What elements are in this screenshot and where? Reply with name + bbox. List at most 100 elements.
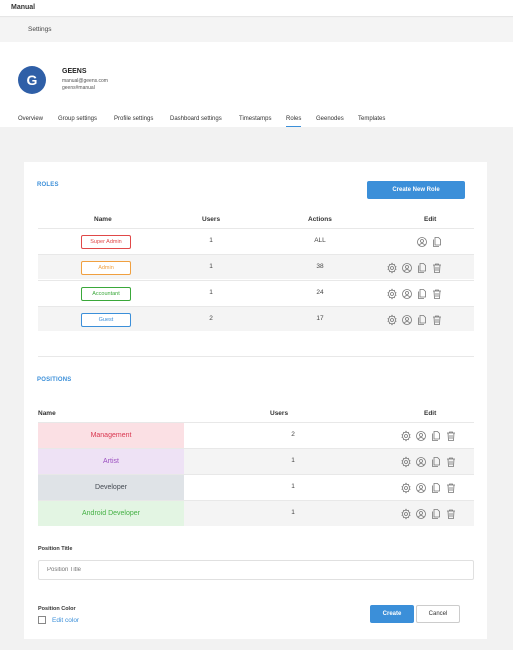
positions-header-name: Name [38, 410, 56, 417]
org-name: GEENS [62, 68, 87, 75]
copy-icon[interactable] [416, 261, 428, 279]
app-topbar: Manual [0, 0, 513, 17]
copy-icon[interactable] [430, 481, 442, 499]
tab-roles[interactable]: Roles [286, 116, 302, 127]
position-users: 1 [291, 457, 295, 464]
position-name: Management [38, 423, 184, 448]
user-icon[interactable] [415, 455, 427, 473]
position-name: Artist [38, 449, 184, 474]
position-users: 1 [291, 483, 295, 490]
tab-group-settings[interactable]: Group settings [58, 116, 97, 122]
role-edit-icons [386, 261, 443, 279]
tab-geenodes[interactable]: Geenodes [316, 116, 344, 122]
user-icon[interactable] [415, 507, 427, 525]
trash-icon[interactable] [431, 313, 443, 331]
role-name-badge: Guest [81, 313, 131, 327]
role-actions: 17 [316, 315, 324, 322]
trash-icon[interactable] [445, 455, 457, 473]
user-icon[interactable] [401, 287, 413, 305]
roles-section-title: ROLES [37, 182, 59, 188]
tab-profile-settings[interactable]: Profile settings [114, 116, 153, 122]
edit-color-link[interactable]: Edit color [52, 617, 79, 624]
role-users: 1 [209, 237, 213, 244]
position-name: Android Developer [38, 501, 184, 526]
gear-icon[interactable] [400, 429, 412, 447]
trash-icon[interactable] [445, 507, 457, 525]
position-row: Management 2 [38, 422, 474, 448]
roles-header-edit: Edit [424, 216, 437, 223]
trash-icon[interactable] [445, 429, 457, 447]
user-icon[interactable] [415, 481, 427, 499]
role-actions: 38 [316, 263, 324, 270]
positions-header-users: Users [270, 410, 289, 417]
role-edit-icons [416, 235, 443, 253]
gear-icon[interactable] [386, 287, 398, 305]
position-edit-icons [400, 507, 457, 525]
position-users: 1 [291, 509, 295, 516]
settings-card: ROLES Create New Role Name Users Actions… [24, 162, 487, 639]
position-edit-icons [400, 481, 457, 499]
role-name-badge: Accountant [81, 287, 131, 301]
tab-overview[interactable]: Overview [18, 116, 43, 122]
position-row: Android Developer 1 [38, 500, 474, 526]
gear-icon[interactable] [400, 455, 412, 473]
trash-icon[interactable] [431, 287, 443, 305]
user-icon[interactable] [401, 313, 413, 331]
gear-icon[interactable] [386, 261, 398, 279]
role-row: Admin 1 38 [38, 254, 474, 279]
org-avatar: G [18, 66, 46, 94]
role-row: Accountant 1 24 [38, 280, 474, 305]
role-name-badge: Super Admin [81, 235, 131, 249]
copy-icon[interactable] [430, 455, 442, 473]
position-row: Artist 1 [38, 448, 474, 474]
roles-header-users: Users [202, 216, 221, 223]
position-title-label: Position Title [38, 546, 73, 552]
trash-icon[interactable] [445, 481, 457, 499]
copy-icon[interactable] [416, 287, 428, 305]
gear-icon[interactable] [386, 313, 398, 331]
role-users: 2 [209, 315, 213, 322]
position-color-label: Position Color [38, 606, 76, 612]
role-actions: ALL [314, 237, 326, 244]
role-row: Guest 2 17 [38, 306, 474, 331]
roles-header-actions: Actions [308, 216, 332, 223]
position-row: Developer 1 [38, 474, 474, 500]
positions-header-edit: Edit [424, 410, 437, 417]
copy-icon[interactable] [430, 429, 442, 447]
positions-section-title: POSITIONS [37, 377, 72, 383]
gear-icon[interactable] [400, 507, 412, 525]
user-icon[interactable] [415, 429, 427, 447]
org-handle: geens#manual [62, 85, 95, 91]
role-name-badge: Admin [81, 261, 131, 275]
role-users: 1 [209, 289, 213, 296]
section-bar: Settings [0, 18, 513, 42]
roles-header-name: Name [94, 216, 112, 223]
gear-icon[interactable] [400, 481, 412, 499]
user-icon[interactable] [416, 235, 428, 253]
copy-icon[interactable] [416, 313, 428, 331]
trash-icon[interactable] [431, 261, 443, 279]
copy-icon[interactable] [431, 235, 443, 253]
position-users: 2 [291, 431, 295, 438]
position-name: Developer [38, 475, 184, 500]
section-divider [38, 356, 474, 357]
cancel-button[interactable]: Cancel [416, 605, 460, 623]
copy-icon[interactable] [430, 507, 442, 525]
tab-dashboard-settings[interactable]: Dashboard settings [170, 116, 222, 122]
section-title: Settings [28, 26, 52, 33]
org-email: manual@geens.com [62, 78, 108, 84]
role-edit-icons [386, 287, 443, 305]
app-title: Manual [11, 4, 36, 11]
position-title-input[interactable] [38, 560, 474, 580]
create-button[interactable]: Create [370, 605, 414, 623]
user-icon[interactable] [401, 261, 413, 279]
position-edit-icons [400, 429, 457, 447]
tab-templates[interactable]: Templates [358, 116, 385, 122]
position-color-checkbox[interactable] [38, 616, 46, 624]
settings-tabs: Overview Group settings Profile settings… [0, 114, 513, 127]
tab-timestamps[interactable]: Timestamps [239, 116, 271, 122]
role-row: Super Admin 1 ALL [38, 228, 474, 253]
role-users: 1 [209, 263, 213, 270]
role-actions: 24 [316, 289, 324, 296]
create-new-role-button[interactable]: Create New Role [367, 181, 465, 199]
